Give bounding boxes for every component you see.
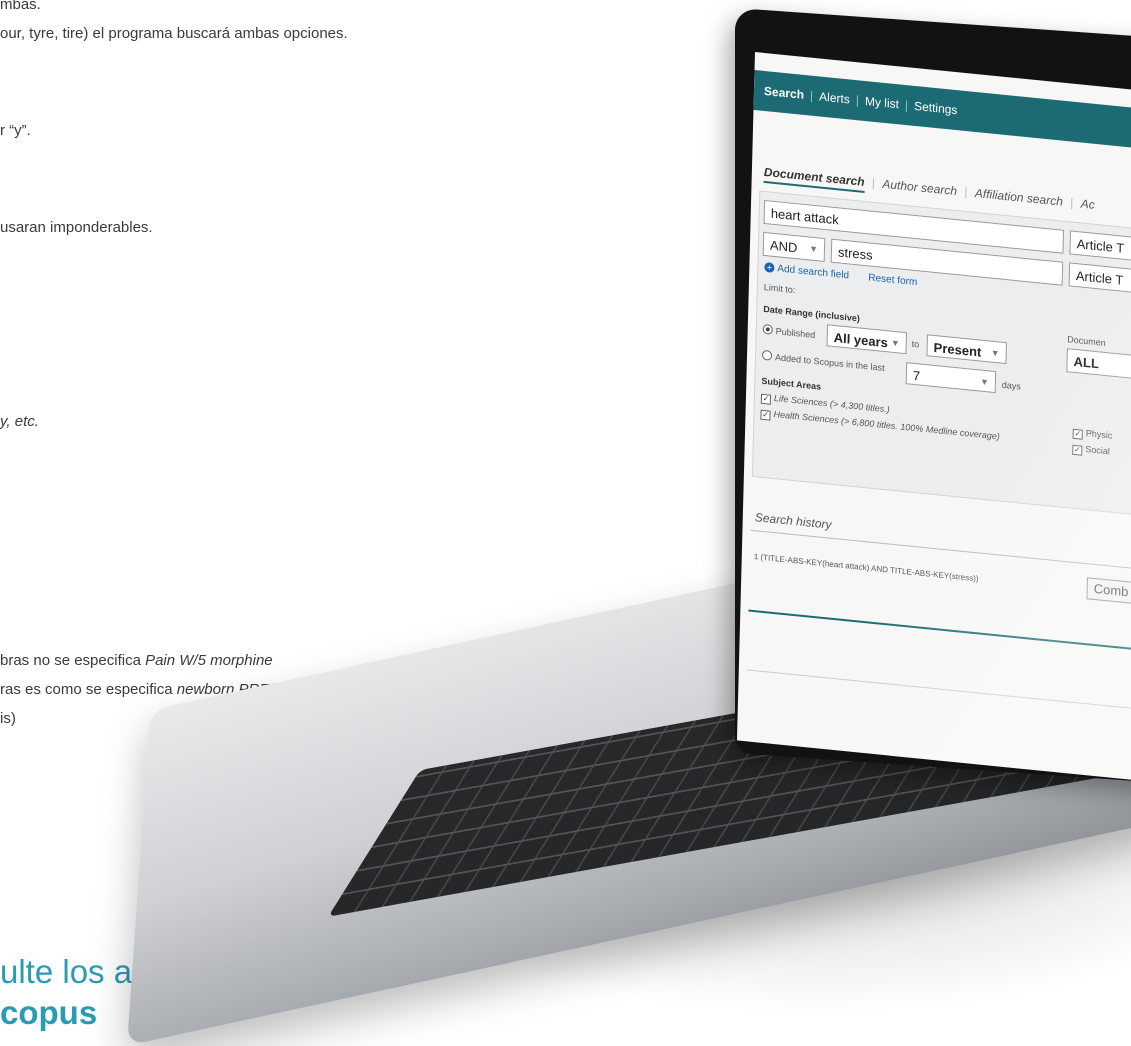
doc-example-1: Pain W/5 morphine [145,652,273,669]
chevron-down-icon: ▼ [890,337,900,349]
added-radio[interactable]: Added to Scopus in the last [761,349,885,374]
chevron-down-icon: ▼ [990,347,1000,359]
tab-document-search[interactable]: Document search [763,164,865,193]
subject-areas-label: Subject Areas [761,375,822,392]
added-label: Added to Scopus in the last [774,352,885,374]
to-year-select[interactable]: Present ▼ [926,334,1007,365]
from-year-select[interactable]: All years ▼ [826,324,908,355]
subject-physical-checkbox[interactable]: ✓ Physic [1072,427,1113,443]
checkbox-checked-icon: ✓ [760,409,771,421]
subject-social-label: Social [1085,444,1110,457]
operator-value: AND [769,237,798,256]
doc-line-5: y, etc. [0,413,39,430]
tab-advanced[interactable]: Ac [1080,197,1094,212]
laptop-screen: Search | Alerts | My list | Settings Doc… [736,52,1131,781]
days-select[interactable]: 7 ▼ [905,362,997,394]
chevron-down-icon: ▼ [808,243,819,255]
history-row[interactable]: 1 (TITLE-ABS-KEY(heart attack) AND TITLE… [754,552,979,583]
doc-line-2: our, tyre, tire) el programa buscará amb… [0,25,348,42]
tab-author-search[interactable]: Author search [882,177,957,198]
doc-line-1: mbas. [0,0,41,13]
to-year-value: Present [933,339,982,360]
doc-italic-fragment: y, etc. [0,413,39,430]
combine-button[interactable]: Comb [1086,577,1131,607]
plus-circle-icon: + [764,262,775,273]
add-search-field-label: Add search field [777,263,850,282]
nav-alerts[interactable]: Alerts [819,89,850,106]
operator-select[interactable]: AND ▼ [762,231,826,263]
subject-social-checkbox[interactable]: ✓ Social [1072,443,1110,459]
history-bottom-rule [748,609,1131,654]
nav-settings[interactable]: Settings [914,99,958,117]
from-year-value: All years [833,329,889,351]
reset-form-link[interactable]: Reset form [868,272,917,288]
subject-physical-label: Physic [1085,428,1113,441]
date-range-label: Date Range (inclusive) [763,303,860,324]
search-scope-2-value: Article T [1075,268,1124,288]
nav-separator: | [855,93,860,108]
search-scope-select-1[interactable]: Article T [1069,230,1131,264]
section-heading-brand: copus [0,994,98,1031]
checkbox-checked-icon: ✓ [760,393,772,405]
document-type-label: Documen [1067,334,1106,349]
days-label: days [1001,379,1021,392]
document-type-select[interactable]: ALL [1066,348,1131,381]
add-search-field-link[interactable]: + Add search field [764,262,849,281]
checkbox-checked-icon: ✓ [1072,428,1083,440]
doc-line-4: usaran imponderables. [0,219,153,236]
chevron-down-icon: ▼ [979,376,990,388]
nav-separator: | [809,88,814,103]
doc-line-6-text: bras no se especifica [0,652,146,669]
document-type-value: ALL [1073,353,1100,372]
published-label: Published [775,326,816,341]
nav-my-list[interactable]: My list [865,94,899,111]
history-bottom-rule-2 [746,669,1131,713]
doc-line-6: bras no se especifica Pain W/5 morphine [0,652,273,669]
doc-line-3: r “y”. [0,122,31,139]
tab-affiliation-search[interactable]: Affiliation search [975,186,1063,209]
tab-separator: | [871,175,876,190]
published-radio[interactable]: Published [762,323,816,341]
search-scope-1-value: Article T [1076,236,1125,256]
doc-line-8: is) [0,710,16,727]
days-value: 7 [912,367,921,384]
checkbox-checked-icon: ✓ [1072,444,1083,456]
radio-selected-icon [762,323,773,335]
nav-search[interactable]: Search [764,84,804,102]
search-scope-select-2[interactable]: Article T [1068,262,1131,296]
nav-separator: | [904,97,909,113]
radio-empty-icon [761,349,773,361]
tab-separator: | [964,184,968,200]
to-label: to [911,338,920,350]
doc-line-7-text: ras es como se especifica [0,681,177,698]
search-panel: heart attack Article T AND ▼ stress Arti… [751,190,1131,517]
search-history-title: Search history [754,510,832,532]
limit-to-label: Limit to: [763,281,796,296]
tab-separator: | [1070,195,1074,210]
